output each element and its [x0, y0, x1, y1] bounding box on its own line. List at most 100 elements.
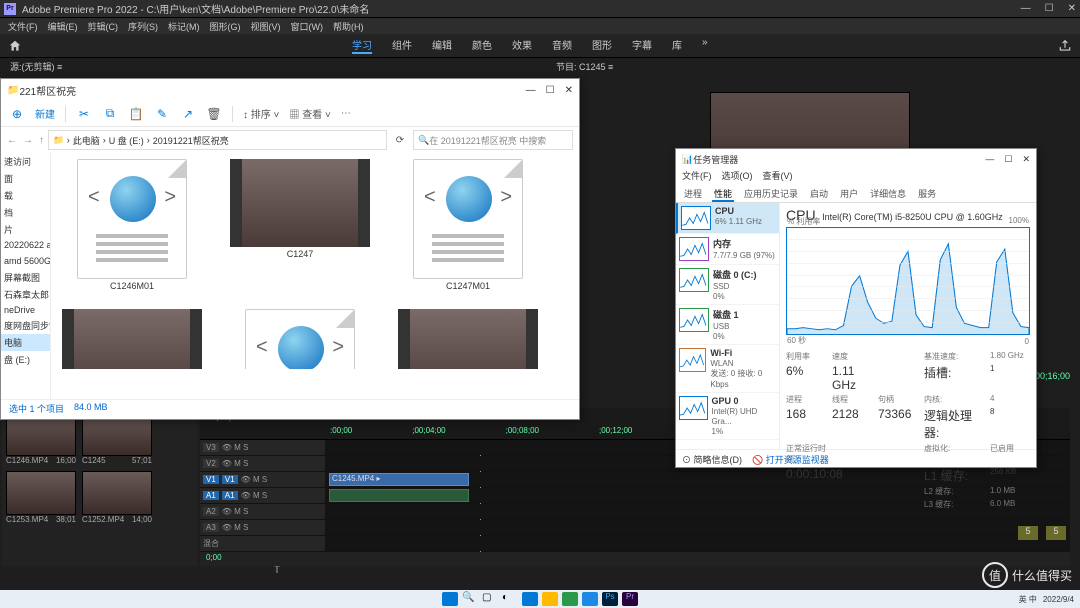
more-icon[interactable]: ⋯: [341, 108, 351, 119]
sidebar-item[interactable]: 档: [1, 204, 50, 221]
paste-icon[interactable]: 📋: [128, 107, 144, 121]
close-icon[interactable]: ✕: [565, 85, 573, 96]
tab[interactable]: 进程: [682, 185, 704, 202]
file-item[interactable]: [393, 309, 543, 369]
sidebar-item[interactable]: 载: [1, 187, 50, 204]
video-clip[interactable]: C1245.MP4 ▸: [329, 473, 469, 486]
path-breadcrumb[interactable]: 📁 › 此电脑 › U 盘 (E:) › 20191221帮区祝亮: [48, 130, 387, 150]
sidebar-item[interactable]: 20220622 am…: [1, 238, 50, 252]
close-icon[interactable]: ✕: [1068, 3, 1076, 14]
workspace-tab[interactable]: 字幕: [632, 37, 652, 54]
workspace-tab[interactable]: 效果: [512, 37, 532, 54]
file-item[interactable]: <>C1247M01: [393, 159, 543, 291]
track-label[interactable]: A3: [203, 523, 219, 532]
menu-item[interactable]: 帮助(H): [333, 20, 364, 33]
explorer-titlebar[interactable]: 📁 221帮区祝亮 — ☐ ✕: [1, 79, 579, 101]
windows-taskbar[interactable]: 🔍 ▢ ◐ Ps Pr 英 中 2022/9/4: [0, 590, 1080, 608]
less-details-button[interactable]: ⊙ 简略信息(D): [682, 453, 742, 466]
resource-mini[interactable]: 内存7.7/7.9 GB (97%): [676, 234, 779, 265]
maximize-icon[interactable]: ☐: [546, 85, 555, 96]
menu-item[interactable]: 文件(F): [8, 20, 38, 33]
track-lane[interactable]: [325, 536, 1070, 551]
track-label[interactable]: V3: [203, 443, 219, 452]
maximize-icon[interactable]: ☐: [1045, 3, 1054, 14]
project-bin-item[interactable]: C1253.MP438;01: [6, 471, 76, 524]
file-item[interactable]: C1247: [225, 159, 375, 291]
audio-clip[interactable]: [329, 489, 469, 502]
delete-icon[interactable]: 🗑: [206, 107, 222, 121]
sidebar-item[interactable]: 盘 (E:): [1, 351, 50, 368]
back-icon[interactable]: ←: [7, 135, 17, 146]
edge-icon[interactable]: [522, 592, 538, 606]
app-icon[interactable]: [582, 592, 598, 606]
source-panel-header[interactable]: 源:(无剪辑) ≡: [4, 58, 68, 74]
photoshop-icon[interactable]: Ps: [602, 592, 618, 606]
breadcrumb-seg[interactable]: 20191221帮区祝亮: [153, 134, 229, 147]
menu-item[interactable]: 剪辑(C): [88, 20, 119, 33]
sidebar-item[interactable]: 速访问: [1, 153, 50, 170]
menu-item[interactable]: 图形(G): [210, 20, 241, 33]
cut-icon[interactable]: ✂: [76, 107, 92, 121]
track-label[interactable]: V2: [203, 459, 219, 468]
menu-item[interactable]: 窗口(W): [291, 20, 324, 33]
rename-icon[interactable]: ✎: [154, 107, 170, 121]
workspace-tab[interactable]: 图形: [592, 37, 612, 54]
workspace-more[interactable]: »: [702, 37, 708, 54]
view-button[interactable]: ▦ 查看 ˅: [289, 106, 330, 121]
workspace-tab[interactable]: 编辑: [432, 37, 452, 54]
program-panel-header[interactable]: 节目: C1245 ≡: [550, 58, 1070, 74]
tab[interactable]: 启动: [808, 185, 830, 202]
start-icon[interactable]: [442, 592, 458, 606]
tab[interactable]: 服务: [916, 185, 938, 202]
menu-item[interactable]: 标记(M): [168, 20, 200, 33]
workspace-tab[interactable]: 颜色: [472, 37, 492, 54]
file-item[interactable]: <>C1246M01: [57, 159, 207, 291]
app-icon[interactable]: [562, 592, 578, 606]
menu-item[interactable]: 视图(V): [251, 20, 281, 33]
sidebar-item[interactable]: 面: [1, 170, 50, 187]
share-icon[interactable]: ↗: [180, 107, 196, 121]
new-button[interactable]: ⊕: [9, 107, 25, 121]
widgets-icon[interactable]: ◐: [502, 592, 518, 606]
workspace-tab[interactable]: 音频: [552, 37, 572, 54]
premiere-icon[interactable]: Pr: [622, 592, 638, 606]
explorer-icon[interactable]: [542, 592, 558, 606]
menu-item[interactable]: 序列(S): [128, 20, 158, 33]
track-label[interactable]: A2: [203, 507, 219, 516]
sort-button[interactable]: ↕ 排序 ˅: [243, 106, 279, 121]
close-icon[interactable]: ✕: [1022, 154, 1030, 165]
search-input[interactable]: 🔍 在 20191221帮区祝亮 中搜索: [413, 130, 573, 150]
up-icon[interactable]: ↑: [39, 135, 44, 146]
refresh-icon[interactable]: ⟳: [391, 135, 409, 146]
track-label[interactable]: A1: [222, 491, 238, 500]
menu-item[interactable]: 选项(O): [722, 169, 753, 185]
file-item[interactable]: <>: [225, 309, 375, 369]
project-bin-item[interactable]: C1252.MP414;00: [82, 471, 152, 524]
minimize-icon[interactable]: —: [526, 85, 536, 96]
sidebar-item[interactable]: 片: [1, 221, 50, 238]
mix-track-label[interactable]: 混合: [203, 538, 219, 549]
resource-mini[interactable]: Wi-FiWLAN 发送: 0 接收: 0 Kbps: [676, 345, 779, 393]
taskview-icon[interactable]: ▢: [482, 592, 498, 606]
resource-mini[interactable]: 磁盘 0 (C:)SSD 0%: [676, 265, 779, 305]
sidebar-item[interactable]: 屏幕截图: [1, 269, 50, 286]
sidebar-item[interactable]: amd 5600G装…: [1, 252, 50, 269]
system-tray[interactable]: 英 中 2022/9/4: [1019, 594, 1074, 605]
workspace-tab[interactable]: 库: [672, 37, 682, 54]
tab[interactable]: 应用历史记录: [742, 185, 800, 202]
breadcrumb-seg[interactable]: U 盘 (E:): [109, 134, 144, 147]
minimize-icon[interactable]: —: [985, 154, 994, 165]
resource-mini[interactable]: CPU6% 1.11 GHz: [676, 203, 779, 234]
maximize-icon[interactable]: ☐: [1004, 154, 1012, 165]
sidebar-item[interactable]: 电脑: [1, 334, 50, 351]
menu-item[interactable]: 查看(V): [763, 169, 793, 185]
sidebar-item[interactable]: 石森章太郎: [1, 286, 50, 303]
share-icon[interactable]: [1058, 39, 1072, 53]
sidebar-item[interactable]: neDrive: [1, 303, 50, 317]
tab[interactable]: 性能: [712, 185, 734, 202]
resource-mini[interactable]: 磁盘 1USB 0%: [676, 305, 779, 345]
search-icon[interactable]: 🔍: [462, 592, 478, 606]
tm-titlebar[interactable]: 📊 任务管理器 — ☐ ✕: [676, 149, 1036, 169]
tray-lang[interactable]: 英 中: [1019, 594, 1037, 605]
workspace-tab[interactable]: 组件: [392, 37, 412, 54]
